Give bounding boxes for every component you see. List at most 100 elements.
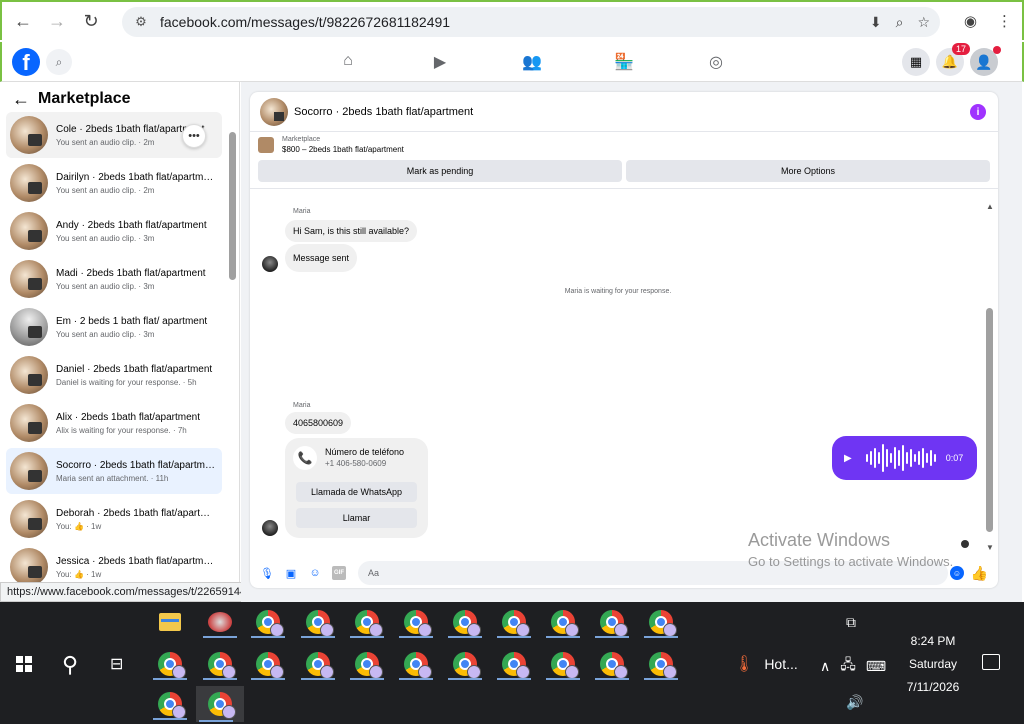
avatar-dot	[993, 46, 1001, 54]
chrome-window[interactable]	[445, 606, 485, 638]
sidebar-scrollbar[interactable]	[228, 120, 236, 600]
file-explorer-app[interactable]	[150, 606, 190, 638]
conversation-item[interactable]: Daniel · 2beds 1bath flat/apartment Danie…	[6, 352, 222, 398]
chrome-window[interactable]	[298, 606, 338, 638]
conversation-item[interactable]: Andy · 2beds 1bath flat/apartment You sen…	[6, 208, 222, 254]
menu-grid-icon[interactable]: ▦	[902, 48, 930, 76]
forward-button[interactable]: →	[44, 8, 70, 34]
more-options-button[interactable]: More Options	[626, 160, 990, 182]
thumbs-up-icon[interactable]: 👍	[971, 565, 988, 582]
chrome-window[interactable]	[200, 648, 240, 680]
site-info-icon[interactable]: ⚙	[130, 14, 152, 30]
listing-thumbnail[interactable]	[258, 137, 274, 153]
incoming-message[interactable]: 4065800609	[285, 412, 352, 434]
search-icon[interactable]: ⚲	[62, 652, 78, 678]
back-button[interactable]: ←	[10, 8, 36, 34]
sticker-icon[interactable]: ☺	[308, 566, 322, 580]
zoom-icon[interactable]: ⌕	[896, 14, 904, 31]
info-icon[interactable]: i	[970, 104, 986, 120]
reload-button[interactable]: ↻	[78, 8, 104, 34]
chat-title[interactable]: Socorro · 2beds 1bath flat/apartment	[294, 106, 473, 118]
conversation-name: Andy · 2beds 1bath flat/apartment	[56, 219, 207, 231]
chrome-window[interactable]	[248, 648, 288, 680]
friends-icon[interactable]: 👥	[486, 52, 578, 72]
home-icon[interactable]: ⌂	[302, 52, 394, 72]
chrome-window[interactable]	[543, 606, 583, 638]
chat-avatar[interactable]	[260, 97, 288, 126]
conversation-item[interactable]: Dairilyn · 2beds 1bath flat/apartment You…	[6, 160, 222, 206]
listing-title[interactable]: $800 – 2beds 1bath flat/apartment	[282, 145, 404, 154]
sender-avatar[interactable]	[262, 520, 278, 536]
sender-avatar[interactable]	[262, 256, 278, 272]
chat-scrollbar[interactable]: ▲ ▼	[985, 202, 995, 552]
chrome-window[interactable]	[494, 648, 534, 680]
chrome-window[interactable]	[641, 648, 681, 680]
conversation-item[interactable]: Em · 2 beds 1 bath flat/ apartment You se…	[6, 304, 222, 350]
conversation-item-active[interactable]: Socorro · 2beds 1bath flat/apartment Mari…	[6, 448, 222, 494]
chrome-window[interactable]	[494, 606, 534, 638]
facebook-logo[interactable]: f	[12, 48, 40, 76]
conversation-item[interactable]: Deborah · 2beds 1bath flat/apartment You:…	[6, 496, 222, 542]
conversation-name: Em · 2 beds 1 bath flat/ apartment	[56, 315, 208, 327]
conversation-item[interactable]: Cole · 2beds 1bath flat/apartment You sen…	[6, 112, 222, 158]
chrome-window[interactable]	[396, 606, 436, 638]
task-view-icon[interactable]: ⊟	[110, 654, 123, 674]
play-icon[interactable]: ▶	[844, 453, 852, 464]
chrome-window[interactable]	[592, 648, 632, 680]
chrome-icon	[649, 652, 677, 679]
scrollbar-thumb[interactable]	[229, 132, 236, 280]
clock[interactable]: 8:24 PM Saturday 7/11/2026	[900, 630, 966, 699]
microphone-icon[interactable]: 🎙	[260, 566, 274, 580]
scroll-up-icon[interactable]: ▲	[986, 202, 994, 211]
chrome-window[interactable]	[592, 606, 632, 638]
chrome-window[interactable]	[347, 606, 387, 638]
chrome-window[interactable]	[298, 648, 338, 680]
marketplace-icon[interactable]: 🏪	[578, 52, 670, 72]
video-icon[interactable]: ▶	[394, 52, 486, 72]
install-app-icon[interactable]: ⬇	[870, 14, 882, 31]
chrome-window-active[interactable]	[196, 686, 244, 722]
volume-icon[interactable]: 🔊	[846, 694, 863, 711]
chrome-window[interactable]	[248, 606, 288, 638]
chrome-window[interactable]	[150, 648, 190, 680]
back-arrow-icon[interactable]: ←	[12, 89, 30, 110]
voice-message[interactable]: ▶ 0:07	[832, 436, 977, 480]
incoming-message[interactable]: Hi Sam, is this still available?	[285, 220, 418, 242]
account-avatar[interactable]: 👤	[970, 46, 1001, 76]
notification-center-icon[interactable]	[982, 654, 1000, 670]
profile-icon[interactable]: ◉	[964, 12, 977, 30]
chrome-window[interactable]	[150, 688, 190, 720]
incoming-message[interactable]: Message sent	[285, 244, 358, 272]
chrome-window[interactable]	[347, 648, 387, 680]
bookmark-star-icon[interactable]: ☆	[917, 14, 930, 31]
gif-icon[interactable]: GIF	[332, 566, 346, 580]
keyboard-icon[interactable]: ⌨	[866, 658, 886, 675]
gallery-icon[interactable]: ▣	[284, 566, 298, 580]
chrome-menu-icon[interactable]: ⋮	[997, 12, 1012, 30]
call-button[interactable]: Llamar	[296, 508, 417, 528]
chrome-window[interactable]	[543, 648, 583, 680]
conversation-item[interactable]: Alix · 2beds 1bath flat/apartment Alix is…	[6, 400, 222, 446]
start-button[interactable]	[16, 656, 32, 672]
conversation-name: Socorro · 2beds 1bath flat/apartment	[56, 459, 216, 471]
chrome-window[interactable]	[445, 648, 485, 680]
taskbar-app[interactable]	[200, 606, 240, 638]
search-icon[interactable]: ⌕	[46, 49, 72, 75]
gaming-icon[interactable]: ◎	[670, 52, 762, 72]
chrome-icon	[208, 692, 236, 719]
address-bar[interactable]: ⚙ facebook.com/messages/t/98226726811824…	[122, 7, 940, 37]
whatsapp-call-button[interactable]: Llamada de WhatsApp	[296, 482, 417, 502]
chevron-up-icon[interactable]: ∧	[820, 658, 830, 675]
conversation-item[interactable]: Madi · 2beds 1bath flat/apartment You sen…	[6, 256, 222, 302]
chrome-window[interactable]	[641, 606, 681, 638]
scroll-down-icon[interactable]: ▼	[986, 543, 994, 552]
more-options-button[interactable]: •••	[182, 124, 206, 148]
chrome-window[interactable]	[396, 648, 436, 680]
notifications-button[interactable]: 🔔 17	[936, 43, 970, 76]
app-icon	[208, 612, 232, 632]
mark-pending-button[interactable]: Mark as pending	[258, 160, 622, 182]
scrollbar-thumb[interactable]	[986, 308, 993, 532]
weather-widget[interactable]: 🌡 Hot...	[734, 654, 798, 674]
network-icon[interactable]: 🖧	[840, 654, 856, 678]
tablet-mode-icon[interactable]: ⧉	[846, 614, 856, 631]
